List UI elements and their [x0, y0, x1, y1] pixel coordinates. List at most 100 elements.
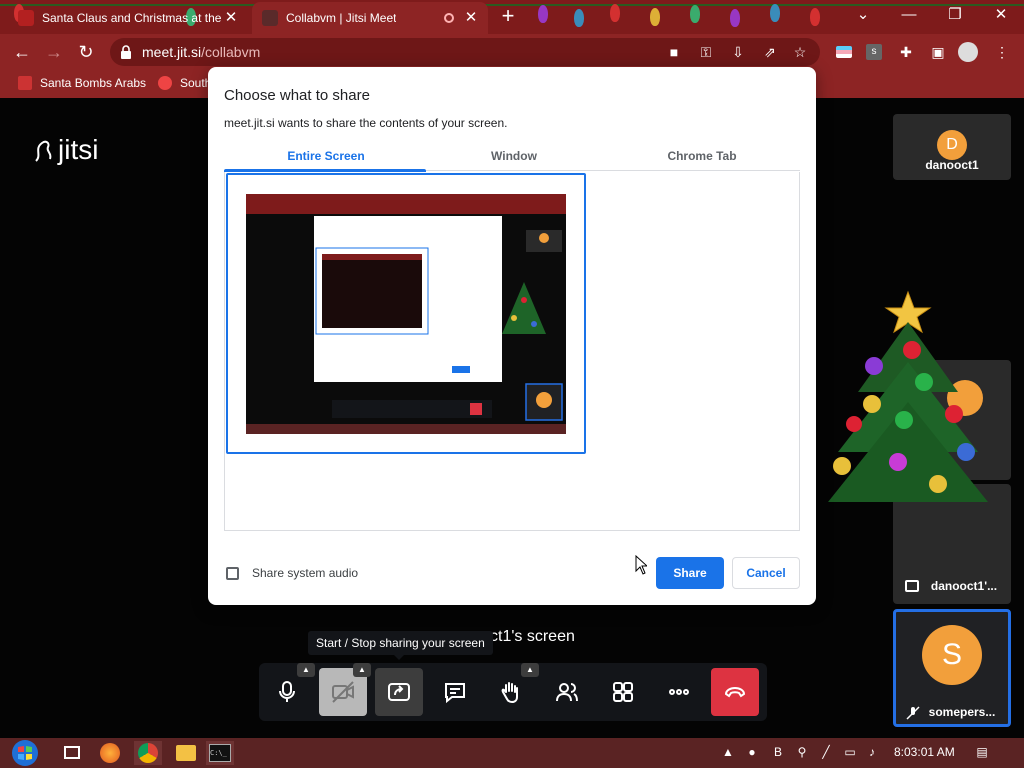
- tray-search-icon[interactable]: ⚲: [794, 744, 810, 760]
- light-bulb: [690, 5, 700, 23]
- bookmark-star-icon[interactable]: ☆: [790, 42, 810, 62]
- share-icon[interactable]: ⇗: [760, 42, 780, 62]
- participants-button[interactable]: [543, 668, 591, 716]
- reactions-caret[interactable]: ▲: [521, 663, 539, 677]
- firefox-icon[interactable]: [96, 741, 124, 765]
- light-bulb: [770, 4, 780, 22]
- tab-window[interactable]: Window: [418, 149, 610, 163]
- bookmark-label: South: [180, 76, 212, 90]
- tile-view-button[interactable]: [599, 668, 647, 716]
- windows-taskbar: C:\_ ▲ ● B ⚲ ╱ ▭ ♪ 8:03:01 AM ▤: [0, 738, 1024, 768]
- back-icon[interactable]: ←: [10, 40, 34, 64]
- reload-icon[interactable]: ↻: [74, 40, 98, 64]
- start-button-icon[interactable]: [8, 739, 42, 767]
- source-tabs: Entire Screen Window Chrome Tab: [224, 139, 800, 172]
- extension-s-icon[interactable]: s: [864, 42, 884, 62]
- tray-pen-icon[interactable]: ╱: [818, 744, 834, 760]
- extension-flag-icon[interactable]: [834, 42, 854, 62]
- browser-toolbar: ← → ↻ meet.jit.si/collabvm ■ ⚿ ⇩ ⇗ ☆ s ✚…: [0, 34, 1024, 70]
- participant-tile-active[interactable]: S somepers...: [893, 609, 1011, 727]
- screen-preview-thumbnail: [246, 194, 566, 434]
- extensions-puzzle-icon[interactable]: ✚: [896, 42, 916, 62]
- restore-icon[interactable]: ❐: [932, 0, 978, 32]
- meeting-toolbox: ▲ ▲ ▲: [259, 663, 767, 721]
- address-bar[interactable]: meet.jit.si/collabvm ■ ⚿ ⇩ ⇗ ☆: [110, 38, 820, 66]
- light-bulb: [650, 8, 660, 26]
- light-bulb: [574, 9, 584, 27]
- light-bulb: [730, 9, 740, 27]
- tab-search-icon[interactable]: ⌄: [840, 0, 886, 32]
- audio-settings-caret[interactable]: ▲: [297, 663, 315, 677]
- jitsi-logo-icon: [35, 140, 52, 162]
- camera-icon[interactable]: ■: [664, 42, 684, 62]
- tab-chrome-tab[interactable]: Chrome Tab: [606, 149, 798, 163]
- share-button[interactable]: Share: [656, 557, 724, 589]
- chat-icon: [445, 683, 465, 704]
- share-audio-option[interactable]: Share system audio: [226, 566, 358, 580]
- chrome-menu-icon[interactable]: ⋮: [992, 42, 1012, 62]
- system-clock[interactable]: 8:03:01 AM: [894, 745, 955, 759]
- favicon-icon: [18, 10, 34, 26]
- share-audio-label: Share system audio: [252, 566, 359, 580]
- light-bulb: [610, 4, 620, 22]
- screen-source-item[interactable]: [226, 173, 586, 454]
- video-settings-caret[interactable]: ▲: [353, 663, 371, 677]
- chat-button[interactable]: [431, 668, 479, 716]
- participant-name: somepers...: [928, 705, 996, 719]
- share-screen-icon: [388, 683, 410, 701]
- leave-meeting-button[interactable]: [711, 668, 759, 716]
- close-window-icon[interactable]: ✕: [978, 0, 1024, 32]
- dialog-title: Choose what to share: [224, 87, 370, 104]
- tray-microphone-icon[interactable]: ●: [744, 744, 760, 760]
- tab-collabvm-jitsi[interactable]: Collabvm | Jitsi Meet ✕: [252, 2, 488, 34]
- raise-hand-icon: [501, 682, 518, 704]
- participant-name: danooct1'...: [930, 579, 998, 593]
- bookmark-favicon-icon: [18, 76, 32, 90]
- recording-indicator-icon: [444, 13, 454, 23]
- share-picker-dialog: Choose what to share meet.jit.si wants t…: [208, 67, 816, 605]
- bookmark-south[interactable]: South: [158, 76, 211, 90]
- screen: Santa Claus and Christmas at the ✕ Colla…: [0, 0, 1024, 768]
- install-icon[interactable]: ⇩: [728, 42, 748, 62]
- url-path: /collabvm: [201, 44, 261, 60]
- share-audio-checkbox[interactable]: [226, 566, 239, 580]
- hangup-icon: [724, 686, 746, 698]
- side-panel-icon[interactable]: ▣: [928, 42, 948, 62]
- task-view-icon[interactable]: [58, 741, 86, 765]
- more-icon: [669, 689, 689, 695]
- tab-santa-claus[interactable]: Santa Claus and Christmas at the ✕: [8, 2, 248, 34]
- forward-icon[interactable]: →: [42, 40, 66, 64]
- show-hidden-icons[interactable]: ▲: [720, 744, 736, 760]
- bookmark-favicon-icon: [158, 76, 172, 90]
- minimize-icon[interactable]: —: [886, 0, 932, 32]
- chrome-taskbar-icon[interactable]: [134, 741, 162, 765]
- avatar: S: [922, 625, 982, 685]
- dialog-subtitle: meet.jit.si wants to share the contents …: [224, 116, 508, 130]
- share-screen-tooltip: Start / Stop sharing your screen: [308, 631, 493, 660]
- light-bulb: [810, 8, 820, 26]
- notifications-icon[interactable]: ▤: [974, 744, 990, 760]
- profile-avatar-icon[interactable]: [958, 42, 978, 62]
- file-explorer-icon[interactable]: [172, 741, 200, 765]
- volume-icon[interactable]: ♪: [864, 744, 880, 760]
- tab-entire-screen[interactable]: Entire Screen: [230, 149, 422, 163]
- new-tab-button[interactable]: +: [497, 5, 519, 28]
- logo-text: jitsi: [58, 134, 99, 165]
- bookmark-label: Santa Bombs Arabs: [40, 76, 147, 90]
- lock-icon: [121, 45, 131, 59]
- share-screen-button[interactable]: [375, 668, 423, 716]
- tab-title: Santa Claus and Christmas at the: [42, 11, 222, 25]
- network-icon[interactable]: ▭: [842, 744, 858, 760]
- tray-app-icon[interactable]: B: [770, 744, 786, 760]
- bookmark-santa-bombs-arabs[interactable]: Santa Bombs Arabs: [18, 76, 146, 90]
- url-text: meet.jit.si/collabvm: [142, 44, 260, 60]
- command-prompt-icon[interactable]: C:\_: [206, 741, 234, 765]
- shared-screen-label: ct1's screen: [490, 628, 575, 645]
- close-tab-icon[interactable]: ✕: [222, 9, 240, 27]
- key-icon[interactable]: ⚿: [696, 42, 716, 62]
- christmas-tree-decoration: [828, 290, 988, 502]
- more-actions-button[interactable]: [655, 668, 703, 716]
- participant-tile[interactable]: D danooct1: [893, 114, 1011, 180]
- cancel-button[interactable]: Cancel: [732, 557, 800, 589]
- close-tab-icon[interactable]: ✕: [462, 9, 480, 27]
